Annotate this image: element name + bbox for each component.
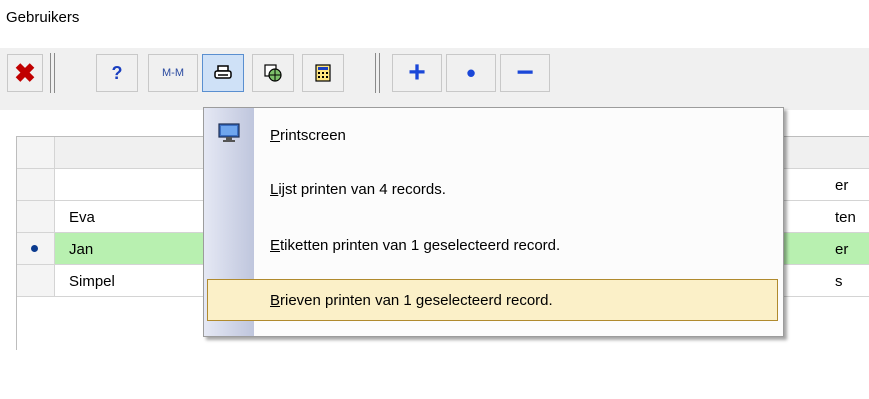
dot-icon: • — [466, 58, 476, 88]
printer-icon — [214, 65, 232, 79]
current-record-button[interactable]: • — [446, 54, 496, 92]
delete-record-button[interactable]: − — [500, 54, 550, 92]
help-icon: ? — [111, 62, 123, 83]
window-title: Gebruikers — [6, 9, 80, 26]
row-name: Simpel — [69, 273, 115, 290]
monitor-icon — [218, 123, 240, 142]
toolbar: ✖ ? M-M + • − — [0, 48, 869, 110]
menu-label: tiketten printen van 1 geselecteerd reco… — [280, 237, 561, 254]
menu-accel: B — [270, 292, 281, 309]
plus-icon: + — [408, 56, 426, 89]
web-export-button[interactable] — [252, 54, 294, 92]
menu-item-print-labels[interactable]: Etiketten printen van 1 geselecteerd rec… — [204, 224, 783, 268]
menu-item-print-list[interactable]: Lijst printen van 4 records. — [204, 168, 783, 212]
menu-label: rieven printen van 1 geselecteerd record… — [280, 292, 553, 309]
row-right-cell: er — [835, 241, 849, 258]
menu-accel: P — [270, 127, 281, 144]
close-button[interactable]: ✖ — [7, 54, 43, 92]
add-record-button[interactable]: + — [392, 54, 442, 92]
close-x-icon: ✖ — [14, 58, 36, 88]
menu-item-print-letters[interactable]: Brieven printen van 1 geselecteerd recor… — [207, 279, 778, 321]
mm-button[interactable]: M-M — [148, 54, 198, 92]
web-export-icon — [264, 64, 282, 82]
menu-item-printscreen[interactable]: Printscreen — [204, 114, 783, 158]
help-button[interactable]: ? — [96, 54, 138, 92]
print-button[interactable] — [202, 54, 244, 92]
row-right-cell: s — [835, 273, 843, 290]
mm-icon: M-M — [162, 67, 184, 79]
current-record-indicator-icon — [31, 245, 38, 252]
menu-label: rintscreen — [280, 127, 346, 144]
row-name: Jan — [69, 241, 94, 258]
menu-label: ijst printen van 4 records. — [278, 181, 446, 198]
calculator-icon — [315, 64, 331, 82]
calculator-button[interactable] — [302, 54, 344, 92]
print-dropdown-menu: Printscreen Lijst printen van 4 records.… — [203, 107, 784, 337]
row-right-cell: ten — [835, 209, 856, 226]
minus-icon: − — [516, 56, 534, 89]
menu-accel: E — [270, 237, 281, 254]
row-name: Eva — [69, 209, 95, 226]
row-right-cell: er — [835, 177, 849, 194]
